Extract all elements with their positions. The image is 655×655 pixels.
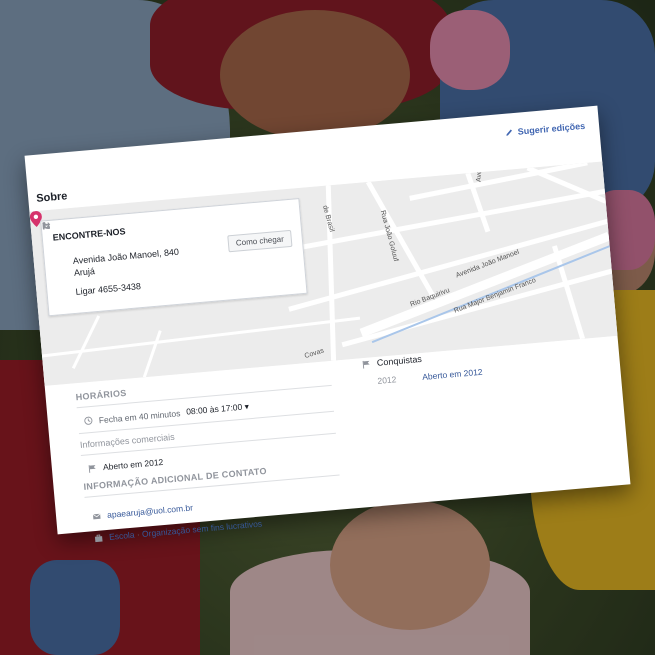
pencil-icon — [506, 129, 513, 136]
details-column: HORÁRIOS Fecha em 40 minutos 08:00 às 17… — [75, 369, 344, 550]
achievement-link[interactable]: Aberto em 2012 — [422, 367, 483, 382]
suggest-edits-label: Sugerir edições — [517, 120, 586, 137]
hours-range-dropdown[interactable]: 08:00 às 17:00 ▾ — [186, 401, 250, 417]
briefcase-icon — [94, 534, 103, 542]
section-title: Sobre — [35, 190, 68, 205]
category-nonprofit-link[interactable]: Organização sem fins lucrativos — [142, 518, 263, 538]
find-us-title: ENCONTRE-NOS — [52, 226, 126, 243]
suggest-edits-link[interactable]: Sugerir edições — [505, 121, 585, 138]
founded-text: Aberto em 2012 — [102, 456, 164, 473]
envelope-icon — [92, 513, 101, 519]
email-link[interactable]: apaearuja@uol.com.br — [107, 502, 194, 519]
achievement-year: 2012 — [377, 374, 397, 386]
category-school-link[interactable]: Escola — [109, 530, 135, 542]
hours-status: Fecha em 40 minutos — [98, 407, 181, 425]
address: Avenida João Manoel, 840 Arujá — [72, 246, 180, 279]
phone-number[interactable]: Ligar 4655-3438 — [75, 281, 141, 297]
directions-button[interactable]: Como chegar — [227, 229, 293, 253]
flag-icon — [362, 360, 370, 369]
flag-icon — [88, 464, 96, 473]
clock-icon — [84, 416, 93, 425]
about-card: Sugerir edições Sobre Rua João Goluuf Av… — [24, 105, 631, 542]
phone-icon — [42, 222, 51, 230]
